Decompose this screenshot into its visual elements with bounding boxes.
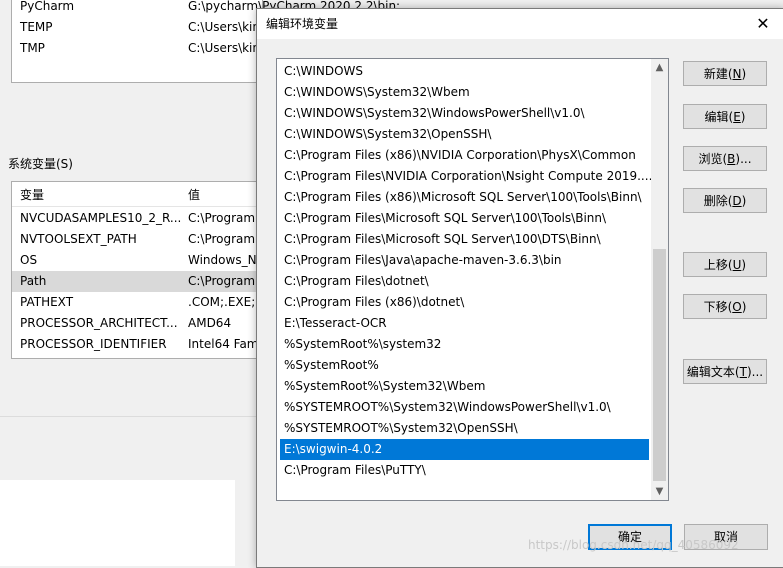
list-item[interactable]: TEMP C:\Users\kin	[20, 17, 260, 37]
background-area	[235, 480, 257, 566]
var-value: .COM;.EXE;.	[188, 295, 260, 309]
dialog-title: 编辑环境变量	[266, 17, 339, 31]
var-name: Path	[20, 274, 47, 288]
table-row[interactable]: NVCUDASAMPLES10_2_R... C:\Program	[12, 208, 262, 229]
path-list-item[interactable]: E:\Tesseract-OCR	[280, 313, 649, 334]
access-key: T	[739, 365, 747, 379]
button-label: 编辑(	[704, 110, 734, 124]
var-name: OS	[20, 253, 38, 267]
var-value: C:\Users\kin	[188, 41, 260, 55]
var-name: NVTOOLSEXT_PATH	[20, 232, 137, 246]
table-row[interactable]: PROCESSOR_ARCHITECT... AMD64	[12, 313, 262, 334]
path-list-item[interactable]: E:\swigwin-4.0.2	[280, 439, 649, 460]
button-label-end: )	[741, 300, 747, 314]
button-label: 编辑文本(	[686, 365, 740, 379]
scroll-down-arrow-icon[interactable]: ▼	[651, 483, 668, 500]
var-name: PATHEXT	[20, 295, 74, 309]
close-button[interactable]: ✕	[742, 9, 783, 39]
var-value: AMD64	[188, 316, 232, 330]
button-label: 浏览(	[698, 152, 728, 166]
scroll-thumb[interactable]	[653, 249, 666, 481]
path-list-item[interactable]: C:\Program Files\Microsoft SQL Server\10…	[280, 208, 649, 229]
path-list-item[interactable]: C:\Program Files\Java\apache-maven-3.6.3…	[280, 250, 649, 271]
path-list-item[interactable]: C:\Program Files (x86)\dotnet\	[280, 292, 649, 313]
button-label: 新建(	[703, 67, 733, 81]
access-key: O	[732, 300, 742, 314]
var-name: PROCESSOR_IDENTIFIER	[20, 337, 167, 351]
var-value: C:\Program	[188, 232, 256, 246]
var-value: C:\Users\kin	[188, 20, 260, 34]
table-row[interactable]: PROCESSOR_IDENTIFIER Intel64 Fami	[12, 334, 262, 355]
path-list-item[interactable]: C:\Program Files (x86)\NVIDIA Corporatio…	[280, 145, 649, 166]
access-key: D	[732, 194, 742, 208]
var-name: PyCharm	[20, 0, 75, 13]
new-button[interactable]: 新建(N)	[683, 61, 767, 86]
edit-environment-variable-dialog: 编辑环境变量 ✕ C:\WINDOWS C:\WINDOWS\System32\W…	[256, 8, 783, 568]
background-area	[0, 480, 235, 566]
path-list-item[interactable]: %SystemRoot%\system32	[280, 334, 649, 355]
button-label-end: )	[741, 258, 747, 272]
button-label-end: )	[741, 67, 747, 81]
system-variables-label: 系统变量(S)	[8, 157, 73, 171]
path-list-item[interactable]: C:\WINDOWS	[280, 61, 649, 82]
browse-button[interactable]: 浏览(B)...	[683, 146, 767, 171]
move-down-button[interactable]: 下移(O)	[683, 294, 767, 319]
button-label: 下移(	[703, 300, 733, 314]
path-list-item[interactable]: C:\Program Files\Microsoft SQL Server\10…	[280, 229, 649, 250]
watermark: https://blog.csdn.net/qq_40586092	[528, 538, 739, 552]
path-list-item[interactable]: C:\WINDOWS\System32\OpenSSH\	[280, 124, 649, 145]
button-label: 删除(	[703, 194, 733, 208]
path-list-item[interactable]: C:\Program Files\dotnet\	[280, 271, 649, 292]
var-value: C:\Program	[188, 274, 256, 288]
title-bar[interactable]: 编辑环境变量 ✕	[257, 9, 783, 39]
column-header-value[interactable]: 值	[188, 186, 200, 203]
var-value: C:\Program	[188, 211, 256, 225]
system-variables-list[interactable]: 变量 值 NVCUDASAMPLES10_2_R... C:\Program N…	[11, 181, 263, 359]
var-name: NVCUDASAMPLES10_2_R...	[20, 211, 182, 225]
edit-text-button[interactable]: 编辑文本(T)...	[683, 359, 767, 384]
path-list-item[interactable]: C:\Program Files (x86)\Microsoft SQL Ser…	[280, 187, 649, 208]
path-list-item[interactable]: %SYSTEMROOT%\System32\OpenSSH\	[280, 418, 649, 439]
path-list[interactable]: C:\WINDOWS C:\WINDOWS\System32\Wbem C:\WIN…	[276, 58, 669, 501]
path-list-item[interactable]: C:\Program Files\NVIDIA Corporation\Nsig…	[280, 166, 652, 187]
table-row[interactable]: NVTOOLSEXT_PATH C:\Program	[12, 229, 262, 250]
path-list-item[interactable]: %SystemRoot%	[280, 355, 649, 376]
path-list-item[interactable]: C:\WINDOWS\System32\Wbem	[280, 82, 649, 103]
column-header-name[interactable]: 变量	[20, 186, 44, 203]
edit-button[interactable]: 编辑(E)	[683, 104, 767, 129]
button-label-end: )...	[746, 365, 764, 379]
list-header: 变量 值	[12, 182, 262, 207]
button-label: 上移(	[703, 258, 733, 272]
button-label-end: )	[740, 110, 746, 124]
var-name: TMP	[20, 41, 45, 55]
table-row[interactable]: OS Windows_N	[12, 250, 262, 271]
list-item[interactable]: PyCharm G:\pycharm\PyCharm 2020.2.2\bin;	[20, 0, 400, 16]
table-row[interactable]: PATHEXT .COM;.EXE;.	[12, 292, 262, 313]
path-list-item[interactable]: %SystemRoot%\System32\Wbem	[280, 376, 649, 397]
list-item[interactable]: TMP C:\Users\kin	[20, 38, 260, 58]
divider	[0, 416, 262, 417]
scroll-up-arrow-icon[interactable]: ▲	[651, 59, 668, 76]
user-variables-list[interactable]: PyCharm G:\pycharm\PyCharm 2020.2.2\bin;…	[11, 0, 400, 83]
path-list-item[interactable]: %SYSTEMROOT%\System32\WindowsPowerShell\…	[280, 397, 649, 418]
environment-variables-window: PyCharm G:\pycharm\PyCharm 2020.2.2\bin;…	[0, 0, 400, 480]
move-up-button[interactable]: 上移(U)	[683, 252, 767, 277]
access-key: E	[733, 110, 741, 124]
button-label-end: )	[741, 194, 747, 208]
var-value: Windows_N	[188, 253, 257, 267]
button-label-end: )...	[735, 152, 752, 166]
var-name: PROCESSOR_ARCHITECT...	[20, 316, 178, 330]
var-name: TEMP	[20, 20, 53, 34]
path-list-item[interactable]: C:\WINDOWS\System32\WindowsPowerShell\v1…	[280, 103, 649, 124]
vertical-scrollbar[interactable]: ▲ ▼	[651, 59, 668, 500]
var-value: Intel64 Fami	[188, 337, 262, 351]
delete-button[interactable]: 删除(D)	[683, 188, 767, 213]
path-list-item[interactable]: C:\Program Files\PuTTY\	[280, 460, 649, 481]
table-row[interactable]: Path C:\Program	[12, 271, 262, 292]
